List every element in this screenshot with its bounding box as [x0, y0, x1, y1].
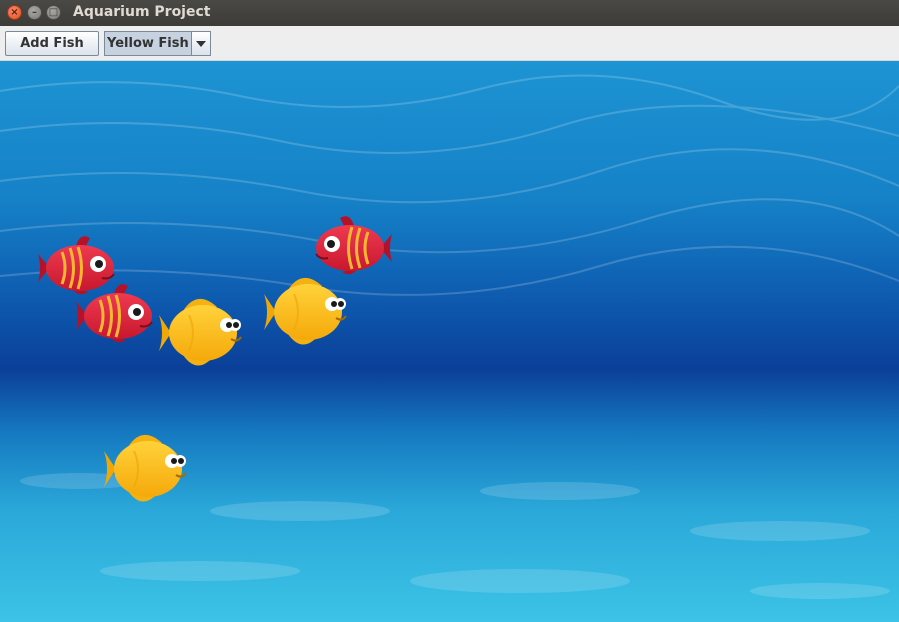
title-bar[interactable]: × – □ Aquarium Project — [0, 0, 899, 26]
window-title: Aquarium Project — [73, 4, 211, 20]
minimize-icon: – — [32, 7, 37, 18]
add-fish-button[interactable]: Add Fish — [5, 31, 99, 56]
maximize-window-button[interactable]: □ — [46, 5, 61, 20]
close-window-button[interactable]: × — [7, 5, 22, 20]
toolbar: Add Fish Yellow Fish — [0, 26, 899, 61]
chevron-down-icon — [196, 40, 206, 47]
maximize-icon: □ — [48, 7, 59, 18]
minimize-window-button[interactable]: – — [27, 5, 42, 20]
application-window: × – □ Aquarium Project Add Fish Yellow F… — [0, 0, 899, 622]
dropdown-arrow[interactable] — [191, 32, 210, 55]
close-icon: × — [10, 7, 19, 18]
aquarium-canvas[interactable] — [0, 61, 899, 622]
aquarium-scene — [0, 61, 899, 622]
fish-type-dropdown[interactable]: Yellow Fish — [104, 31, 211, 56]
fish-type-selected-value: Yellow Fish — [107, 36, 189, 51]
